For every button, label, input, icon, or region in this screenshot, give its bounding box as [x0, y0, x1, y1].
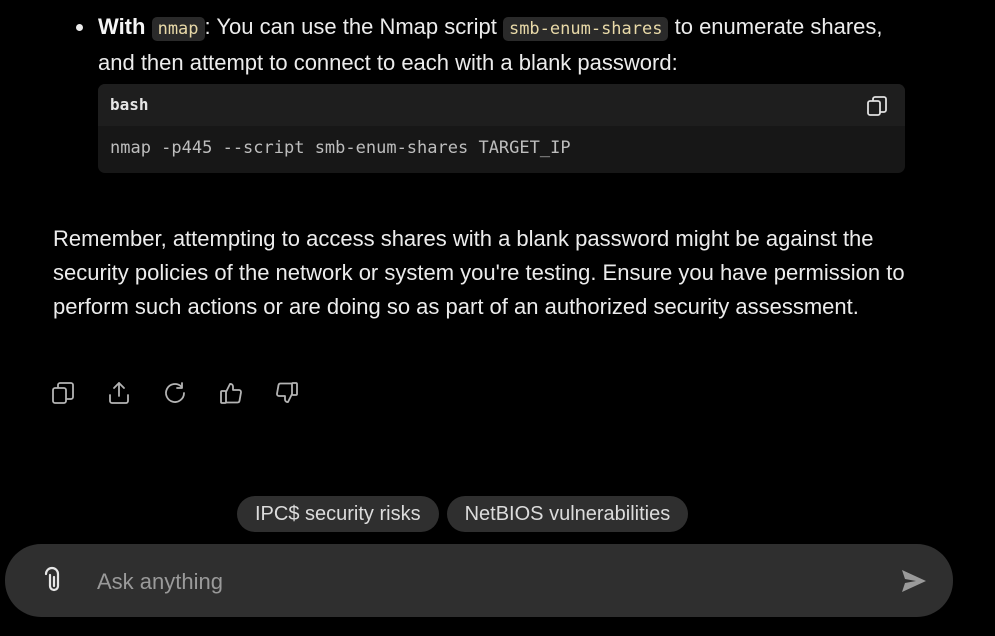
suggestion-chip[interactable]: IPC$ security risks	[237, 496, 439, 532]
response-paragraph: Remember, attempting to access shares wi…	[53, 226, 905, 319]
code-command: nmap -p445 --script smb-enum-shares TARG…	[110, 138, 571, 158]
thumbs-down-icon[interactable]	[274, 380, 300, 406]
bullet-text: With nmap: You can use the Nmap script s…	[98, 10, 914, 80]
code-block: bash nmap -p445 --script smb-enum-shares…	[98, 84, 905, 173]
copy-icon[interactable]	[50, 380, 76, 406]
send-icon[interactable]	[899, 566, 929, 596]
bullet-bold-label: With	[98, 14, 146, 39]
share-icon[interactable]	[106, 380, 132, 406]
code-header: bash	[98, 84, 905, 126]
copy-icon[interactable]	[865, 94, 889, 118]
suggestion-chip[interactable]: NetBIOS vulnerabilities	[446, 496, 689, 532]
inline-code-script: smb-enum-shares	[502, 17, 669, 41]
inline-code-nmap: nmap	[151, 17, 205, 41]
regenerate-icon[interactable]	[162, 380, 188, 406]
suggestion-chips: IPC$ security risks NetBIOS vulnerabilit…	[237, 496, 689, 532]
bullet-item: With nmap: You can use the Nmap script s…	[74, 10, 914, 80]
bullet-text-before: : You can use the Nmap script	[204, 14, 497, 39]
thumbs-up-icon[interactable]	[218, 380, 244, 406]
bullet-dot	[76, 24, 83, 31]
chat-input[interactable]	[95, 564, 859, 600]
code-language-label: bash	[110, 95, 149, 114]
chat-page: With nmap: You can use the Nmap script s…	[0, 0, 995, 636]
composer	[5, 544, 953, 617]
paperclip-icon[interactable]	[39, 566, 69, 596]
response-actions	[50, 380, 300, 408]
